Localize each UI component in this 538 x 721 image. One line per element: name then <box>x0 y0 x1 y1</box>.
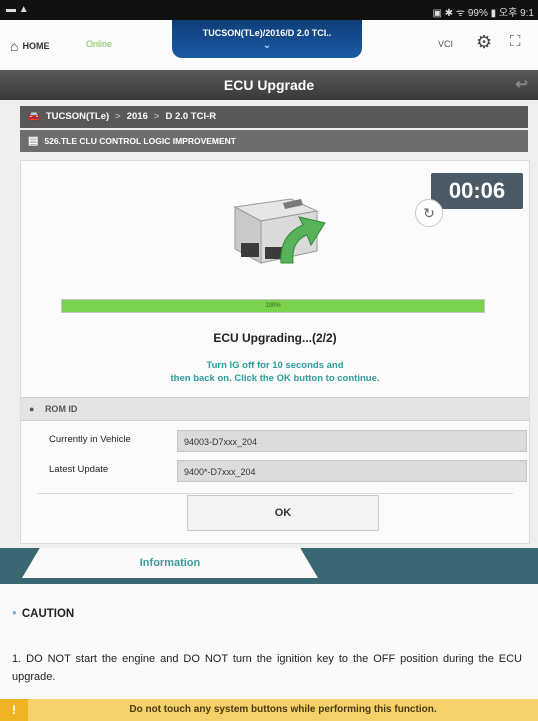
progress-percent: 100% <box>265 303 281 309</box>
document-icon: ▤ <box>28 135 39 147</box>
vehicle-tab[interactable]: TUCSON(TLe)/2016/D 2.0 TCI.. ⌄ <box>172 20 362 58</box>
car-icon: 🚘 <box>28 111 40 122</box>
status-right: ▣ ✱ ᯤ 99% ▮ 오후 9:1 <box>432 8 534 19</box>
ecu-upgrade-screen: ▬ ▲ ▣ ✱ ᯤ 99% ▮ 오후 9:1 ⌂ HOME Online TUCS… <box>0 0 538 721</box>
rom-row-label: Currently in Vehicle <box>49 434 131 445</box>
rom-id-header: ● ROM ID <box>21 397 529 421</box>
home-icon: ⌂ <box>10 38 19 54</box>
instruction-line-2: then back on. Click the OK button to con… <box>170 373 380 384</box>
rom-row-value: 9400*-D7xxx_204 <box>177 460 527 482</box>
tab-information-label: Information <box>139 557 201 569</box>
home-button[interactable]: ⌂ HOME <box>10 38 49 54</box>
rom-id-label: ● ROM ID <box>29 404 78 414</box>
update-description-bar: ▤ 526.TLE CLU CONTROL LOGIC IMPROVEMENT <box>20 130 528 152</box>
home-label: HOME <box>22 41 50 51</box>
status-bar: ▬ ▲ ▣ ✱ ᯤ 99% ▮ 오후 9:1 <box>0 0 538 20</box>
breadcrumb-year: 2016 <box>126 111 148 122</box>
tab-information[interactable]: Information <box>22 548 318 578</box>
rom-row-label: Latest Update <box>49 464 109 475</box>
expand-icon[interactable]: ⛶ <box>510 33 521 50</box>
warning-bar: ! Do not touch any system buttons while … <box>0 699 538 721</box>
gear-icon[interactable]: ⚙ <box>476 32 492 53</box>
warning-text: Do not touch any system buttons while pe… <box>129 704 437 715</box>
upgrade-status: ECU Upgrading...(2/2) <box>213 331 337 345</box>
rom-row-latest: Latest Update 9400*-D7xxx_204 <box>21 457 529 485</box>
vci-label: VCI <box>438 39 454 49</box>
instruction-message: Turn IG off for 10 seconds and then back… <box>21 359 529 385</box>
breadcrumb-engine: D 2.0 TCI-R <box>165 111 217 122</box>
information-tab-bar: Information <box>0 548 538 584</box>
timer-display: 00:06 <box>431 173 523 209</box>
ok-button[interactable]: OK <box>187 495 379 531</box>
breadcrumb-model: TUCSON(TLe) <box>45 111 110 122</box>
back-icon[interactable]: ↩ <box>515 70 528 100</box>
refresh-icon[interactable]: ↻ <box>415 199 443 227</box>
chevron-down-icon: ⌄ <box>262 40 272 51</box>
rom-row-value: 94003-D7xxx_204 <box>177 430 527 452</box>
warning-icon: ! <box>0 699 28 721</box>
page-title: ECU Upgrade <box>223 77 315 93</box>
bullet-icon: ● <box>12 608 17 617</box>
breadcrumb-separator: > <box>115 111 121 122</box>
ecu-module-icon <box>233 198 326 264</box>
vehicle-tab-label: TUCSON(TLe)/2016/D 2.0 TCI.. <box>202 28 332 38</box>
breadcrumb-separator: > <box>153 111 160 122</box>
caution-text: 1. DO NOT start the engine and DO NOT tu… <box>12 653 522 683</box>
instruction-line-1: Turn IG off for 10 seconds and <box>206 360 344 371</box>
upgrade-progress-bar: 100% <box>61 299 485 313</box>
online-status: Online <box>86 39 113 49</box>
status-left: ▬ ▲ <box>6 4 29 15</box>
upgrade-panel: 00:06 ↻ 100% ECU Upgrading...(2/2) Turn … <box>20 160 530 544</box>
caution-title: ● CAUTION <box>12 608 75 620</box>
page-title-bar: ECU Upgrade ↩ <box>0 70 538 100</box>
top-bar: ⌂ HOME Online TUCSON(TLe)/2016/D 2.0 TCI.… <box>0 20 538 71</box>
divider <box>37 493 513 494</box>
rom-row-current: Currently in Vehicle 94003-D7xxx_204 <box>21 427 529 455</box>
breadcrumb: 🚘 TUCSON(TLe) >2016 > D 2.0 TCI-R <box>20 106 528 128</box>
update-description: 526.TLE CLU CONTROL LOGIC IMPROVEMENT <box>44 136 236 146</box>
